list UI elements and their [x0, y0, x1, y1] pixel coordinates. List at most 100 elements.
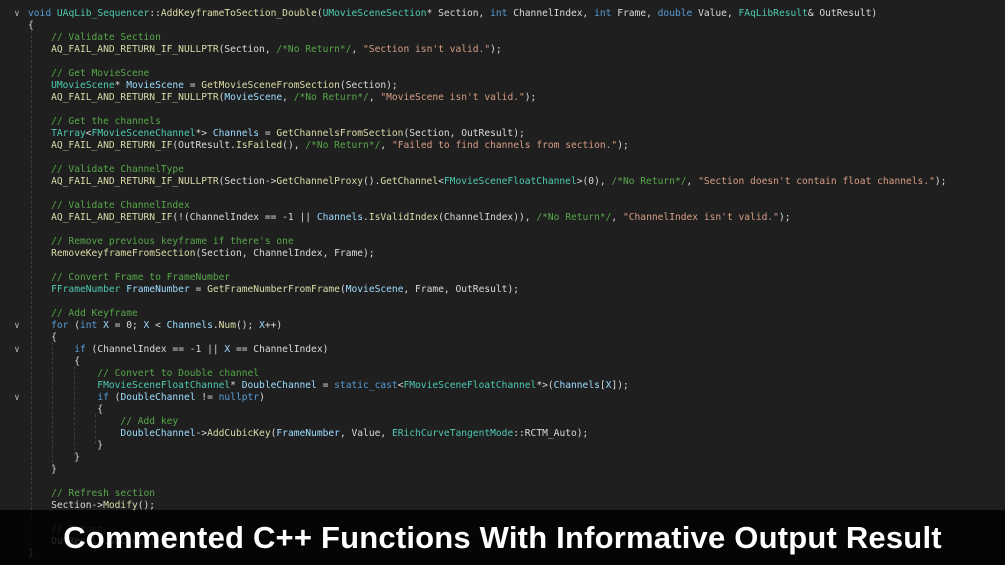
code-token: , Frame, OutResult); — [403, 284, 520, 295]
code-line[interactable]: { — [0, 20, 1005, 32]
code-line[interactable]: ∨ if (DoubleChannel != nullptr) — [0, 392, 1005, 404]
code-line[interactable]: // Refresh section — [0, 488, 1005, 500]
code-line[interactable] — [0, 152, 1005, 164]
code-line[interactable]: // Convert to Double channel — [0, 368, 1005, 380]
code-text: // Validate ChannelType — [28, 164, 184, 176]
code-token: != — [195, 392, 219, 403]
code-text: AQ_FAIL_AND_RETURN_IF_NULLPTR(Section->G… — [28, 176, 946, 188]
code-text: RemoveKeyframeFromSection(Section, Chann… — [28, 248, 374, 260]
code-token: for — [51, 320, 69, 331]
code-token: // Convert to Double channel — [28, 368, 260, 379]
code-text: // Get the channels — [28, 116, 161, 128]
code-line[interactable]: // Remove previous keyframe if there's o… — [0, 236, 1005, 248]
code-token: // Convert Frame to FrameNumber — [28, 272, 231, 283]
code-line[interactable]: RemoveKeyframeFromSection(Section, Chann… — [0, 248, 1005, 260]
code-token: TArray — [28, 128, 86, 139]
code-token: (); — [235, 320, 260, 331]
code-line[interactable] — [0, 296, 1005, 308]
fold-chevron-icon[interactable]: ∨ — [12, 8, 22, 20]
code-token: /*No Return*/ — [305, 140, 381, 151]
code-token: ]); — [611, 380, 629, 391]
code-line[interactable] — [0, 476, 1005, 488]
code-line[interactable]: AQ_FAIL_AND_RETURN_IF_NULLPTR(MovieScene… — [0, 92, 1005, 104]
code-line[interactable]: // Validate ChannelType — [0, 164, 1005, 176]
code-line[interactable]: ∨ if (ChannelIndex == -1 || X == Channel… — [0, 344, 1005, 356]
code-line[interactable] — [0, 56, 1005, 68]
code-line[interactable]: FMovieSceneFloatChannel* DoubleChannel =… — [0, 380, 1005, 392]
code-token: RemoveKeyframeFromSection — [28, 248, 196, 259]
code-token: (ChannelIndex == -1 || — [85, 344, 225, 355]
code-line[interactable] — [0, 224, 1005, 236]
code-line[interactable]: // Add key — [0, 416, 1005, 428]
code-line[interactable]: // Add Keyframe — [0, 308, 1005, 320]
code-token: ++) — [264, 320, 283, 331]
code-line[interactable]: } — [0, 464, 1005, 476]
code-token: IsValidIndex — [368, 212, 439, 223]
code-token: * — [114, 80, 127, 91]
code-line[interactable]: { — [0, 404, 1005, 416]
code-token: AQ_FAIL_AND_RETURN_IF — [28, 212, 173, 223]
code-line[interactable]: AQ_FAIL_AND_RETURN_IF_NULLPTR(Section->G… — [0, 176, 1005, 188]
code-line[interactable]: // Validate Section — [0, 32, 1005, 44]
code-line[interactable]: } — [0, 452, 1005, 464]
code-line[interactable] — [0, 188, 1005, 200]
code-token: == ChannelIndex) — [230, 344, 329, 355]
code-token: IsFailed — [235, 140, 283, 151]
code-line[interactable]: ∨ void UAqLib_Sequencer::AddKeyframeToSec… — [0, 8, 1005, 20]
code-text: // Convert to Double channel — [28, 368, 259, 380]
code-token: :: — [149, 8, 161, 19]
caption-bar: Commented C++ Functions With Informative… — [0, 510, 1005, 565]
code-token: ); — [490, 44, 502, 55]
code-line[interactable]: { — [0, 332, 1005, 344]
code-token: } — [28, 464, 57, 475]
code-token: // Validate Section — [28, 32, 161, 43]
code-token: < — [149, 320, 167, 331]
code-line[interactable]: DoubleChannel->AddCubicKey(FrameNumber, … — [0, 428, 1005, 440]
code-line[interactable] — [0, 104, 1005, 116]
code-line[interactable]: // Validate ChannelIndex — [0, 200, 1005, 212]
code-token: AQ_FAIL_AND_RETURN_IF_NULLPTR — [28, 176, 219, 187]
code-token: if — [97, 392, 109, 403]
code-text: { — [28, 332, 57, 344]
code-line[interactable]: UMovieScene* MovieScene = GetMovieSceneF… — [0, 80, 1005, 92]
code-token: nullptr — [218, 392, 260, 403]
code-text: FMovieSceneFloatChannel* DoubleChannel =… — [28, 380, 629, 392]
code-token: MovieScene — [224, 92, 283, 103]
code-token: AddKeyframeToSection_Double — [160, 8, 317, 19]
code-line[interactable]: FFrameNumber FrameNumber = GetFrameNumbe… — [0, 284, 1005, 296]
code-line[interactable]: AQ_FAIL_AND_RETURN_IF_NULLPTR(Section, /… — [0, 44, 1005, 56]
code-editor[interactable]: ∨ void UAqLib_Sequencer::AddKeyframeToSec… — [0, 0, 1005, 565]
code-token: (OutResult. — [172, 140, 236, 151]
code-token: = — [183, 80, 202, 91]
code-token: FrameNumber — [126, 284, 190, 295]
code-token: Frame, — [611, 8, 658, 19]
code-token: , — [368, 92, 381, 103]
code-token: ::RCTM_Auto); — [513, 428, 589, 439]
code-token: & OutResult) — [807, 8, 878, 19]
code-line[interactable]: AQ_FAIL_AND_RETURN_IF(!(ChannelIndex == … — [0, 212, 1005, 224]
code-line[interactable]: // Get MovieScene — [0, 68, 1005, 80]
code-line[interactable]: TArray<FMovieSceneChannel*> Channels = G… — [0, 128, 1005, 140]
code-line[interactable]: { — [0, 356, 1005, 368]
code-line[interactable]: // Convert Frame to FrameNumber — [0, 272, 1005, 284]
code-token: FMovieSceneFloatChannel — [443, 176, 577, 187]
code-line[interactable]: AQ_FAIL_AND_RETURN_IF(OutResult.IsFailed… — [0, 140, 1005, 152]
code-token: *>( — [536, 380, 554, 391]
code-line[interactable] — [0, 260, 1005, 272]
code-token: FMovieSceneFloatChannel — [403, 380, 537, 391]
code-line[interactable]: } — [0, 440, 1005, 452]
code-token: = 0; — [108, 320, 144, 331]
fold-chevron-icon[interactable]: ∨ — [12, 392, 22, 404]
code-token: (!(ChannelIndex == -1 || — [172, 212, 317, 223]
code-token: Channels — [212, 128, 260, 139]
code-token: UAqLib_Sequencer — [56, 8, 150, 19]
code-token: ( — [108, 392, 121, 403]
code-token: ); — [934, 176, 947, 187]
fold-chevron-icon[interactable]: ∨ — [12, 344, 22, 356]
code-token: ); — [617, 140, 629, 151]
fold-chevron-icon[interactable]: ∨ — [12, 320, 22, 332]
code-token: } — [28, 452, 80, 463]
code-line[interactable]: // Get the channels — [0, 116, 1005, 128]
code-line[interactable]: ∨ for (int X = 0; X < Channels.Num(); X+… — [0, 320, 1005, 332]
